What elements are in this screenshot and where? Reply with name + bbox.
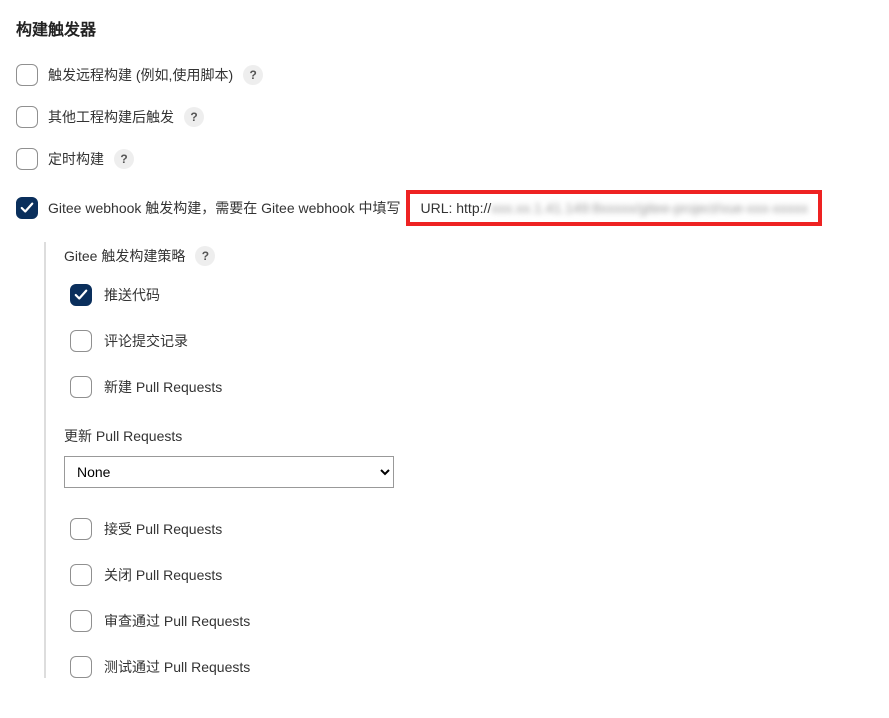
review-pass-pr-label: 审查通过 Pull Requests [104,611,250,631]
comment-commit-checkbox[interactable] [70,330,92,352]
update-pr-label: 更新 Pull Requests [64,426,873,446]
gitee-strategy-title: Gitee 触发构建策略 [64,246,185,266]
push-code-label: 推送代码 [104,285,160,305]
trigger-scheduled-checkbox[interactable] [16,148,38,170]
trigger-after-other-checkbox[interactable] [16,106,38,128]
close-pr-label: 关闭 Pull Requests [104,565,222,585]
help-icon[interactable]: ? [184,107,204,127]
trigger-remote-label: 触发远程构建 (例如,使用脚本) [48,65,233,85]
new-pr-label: 新建 Pull Requests [104,377,222,397]
accept-pr-label: 接受 Pull Requests [104,519,222,539]
gitee-url-blurred: xxx.xx.1.41.149:8xxxxx/gitee-project/vue… [491,200,808,216]
gitee-url-prefix: URL: http:// [420,200,491,216]
close-pr-row: 关闭 Pull Requests [70,564,873,586]
gitee-strategy-title-row: Gitee 触发构建策略 ? [64,246,873,266]
section-title: 构建触发器 [16,16,873,40]
trigger-after-other-row: 其他工程构建后触发 ? [16,106,873,128]
check-icon [74,288,88,302]
update-pr-select[interactable]: None [64,456,394,488]
trigger-remote-checkbox[interactable] [16,64,38,86]
trigger-gitee-label: Gitee webhook 触发构建，需要在 Gitee webhook 中填写 [48,198,400,218]
review-pass-pr-row: 审查通过 Pull Requests [70,610,873,632]
check-icon [20,201,34,215]
trigger-remote-row: 触发远程构建 (例如,使用脚本) ? [16,64,873,86]
gitee-url-highlight: URL: http://xxx.xx.1.41.149:8xxxxx/gitee… [406,190,821,226]
test-pass-pr-label: 测试通过 Pull Requests [104,657,250,677]
review-pass-pr-checkbox[interactable] [70,610,92,632]
push-code-checkbox[interactable] [70,284,92,306]
new-pr-checkbox[interactable] [70,376,92,398]
gitee-strategy-section: Gitee 触发构建策略 ? 推送代码 评论提交记录 新建 Pull Reque… [44,242,873,678]
trigger-gitee-checkbox[interactable] [16,197,38,219]
help-icon[interactable]: ? [195,246,215,266]
test-pass-pr-row: 测试通过 Pull Requests [70,656,873,678]
trigger-scheduled-label: 定时构建 [48,149,104,169]
push-code-row: 推送代码 [70,284,873,306]
trigger-scheduled-row: 定时构建 ? [16,148,873,170]
comment-commit-label: 评论提交记录 [104,331,188,351]
help-icon[interactable]: ? [114,149,134,169]
new-pr-row: 新建 Pull Requests [70,376,873,398]
trigger-gitee-row: Gitee webhook 触发构建，需要在 Gitee webhook 中填写… [16,190,873,226]
trigger-after-other-label: 其他工程构建后触发 [48,107,174,127]
help-icon[interactable]: ? [243,65,263,85]
close-pr-checkbox[interactable] [70,564,92,586]
comment-commit-row: 评论提交记录 [70,330,873,352]
test-pass-pr-checkbox[interactable] [70,656,92,678]
accept-pr-checkbox[interactable] [70,518,92,540]
accept-pr-row: 接受 Pull Requests [70,518,873,540]
